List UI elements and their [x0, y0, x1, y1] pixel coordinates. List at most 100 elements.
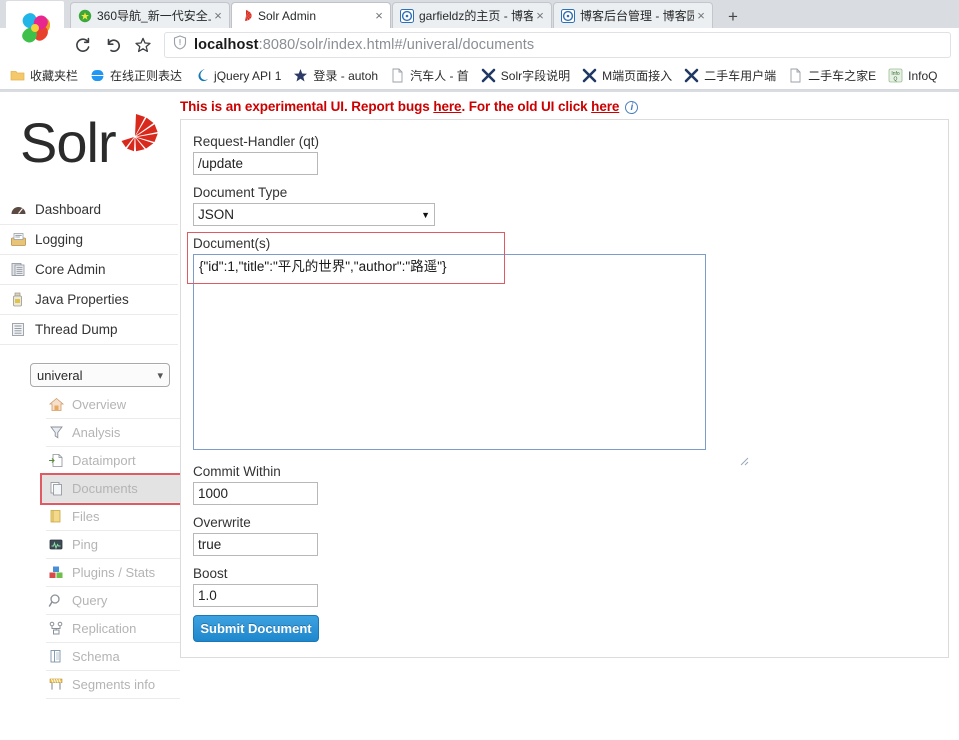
jquery-icon — [194, 68, 209, 83]
sidebar-label: Thread Dump — [35, 322, 118, 337]
bookmark-item[interactable]: 汽车人 - 首 — [384, 65, 475, 87]
bookmark-item[interactable]: 在线正则表达 — [84, 65, 188, 87]
overview-icon — [48, 397, 66, 413]
bookmark-label: 二手车用户端 — [704, 69, 777, 83]
cnblogs-icon — [400, 8, 414, 23]
address-bar[interactable]: localhost:8080/solr/index.html#/univeral… — [164, 32, 951, 58]
infoq-icon: Info Q — [888, 68, 903, 83]
reload-icon[interactable] — [68, 30, 98, 60]
sidebar-item-ping[interactable]: Ping — [46, 531, 180, 559]
url-host: localhost — [194, 37, 259, 53]
tab-close-icon[interactable]: × — [694, 9, 708, 22]
svg-text:Q: Q — [894, 77, 898, 83]
documents-textarea[interactable]: {"id":1,"title":"平凡的世界","author":"路遥"} — [193, 254, 749, 466]
tab-title: 360导航_新一代安全上网导… — [97, 9, 211, 23]
sidebar-item-java-properties[interactable]: Java Properties — [0, 285, 178, 315]
analysis-icon — [48, 425, 66, 441]
sidebar-item-plugins-stats[interactable]: Plugins / Stats — [46, 559, 180, 587]
browser-tab[interactable]: 360导航_新一代安全上网导… × — [70, 2, 230, 28]
sidebar-label: Logging — [35, 232, 84, 247]
bookmark-label: 汽车人 - 首 — [410, 69, 469, 83]
thread-dump-icon — [10, 322, 28, 338]
sidebar-item-overview[interactable]: Overview — [46, 391, 180, 419]
overwrite-label: Overwrite — [193, 515, 251, 530]
bookmark-item[interactable]: M端页面接入 — [576, 65, 678, 87]
bookmark-item[interactable]: jQuery API 1 — [188, 65, 287, 87]
sidebar-item-dataimport[interactable]: Dataimport — [46, 447, 180, 475]
core-selector-value: univeral — [37, 367, 83, 383]
sidebar-top-menu: Dashboard Logging Core Admin Java Proper… — [0, 195, 180, 345]
sidebar-item-analysis[interactable]: Analysis — [46, 419, 180, 447]
dataimport-icon — [48, 453, 66, 469]
submit-document-button[interactable]: Submit Document — [193, 615, 319, 642]
banner-text-mid: . For the old UI click — [461, 99, 592, 114]
bookmark-star-icon[interactable] — [128, 30, 158, 60]
sidebar-label: Dataimport — [72, 453, 136, 468]
bookmark-item[interactable]: 二手车用户端 — [678, 65, 782, 87]
document-type-value: JSON — [198, 207, 235, 222]
sidebar-item-thread-dump[interactable]: Thread Dump — [0, 315, 178, 345]
documents-label: Document(s) — [193, 236, 271, 251]
tab-close-icon[interactable]: × — [372, 9, 386, 22]
commit-within-input[interactable]: 1000 — [193, 482, 318, 505]
core-selector-dropdown[interactable]: univeral ▾ — [30, 363, 170, 387]
solr-admin-page: Solr Dashboard Logging Core Admin Java P… — [0, 92, 959, 740]
browser-chrome: 360导航_新一代安全上网导… × Solr Admin × — [0, 0, 959, 92]
resize-grip-icon[interactable] — [692, 436, 749, 466]
url-text: localhost:8080/solr/index.html#/univeral… — [194, 37, 534, 53]
commit-within-group: Commit Within 1000 — [193, 464, 948, 505]
bookmarks-bar: 收藏夹栏 在线正则表达 jQuery API 1 登录 - autoh 汽车人 … — [0, 62, 959, 90]
browser-tab[interactable]: garfieldz的主页 - 博客园 - × — [392, 2, 552, 28]
request-handler-group: Request-Handler (qt) /update — [193, 134, 948, 175]
sidebar-label: Replication — [72, 621, 137, 636]
segments-icon — [48, 677, 66, 693]
browser-logo-icon — [6, 1, 64, 55]
tab-close-icon[interactable]: × — [211, 9, 225, 22]
browser-tab[interactable]: 博客后台管理 - 博客园 × — [553, 2, 713, 28]
plugins-icon — [48, 565, 66, 581]
browser-tab-active[interactable]: Solr Admin × — [231, 2, 391, 28]
chevron-down-icon: ▼ — [421, 209, 430, 220]
bookmark-item[interactable]: Solr字段说明 — [475, 65, 576, 87]
old-ui-link[interactable]: here — [591, 99, 619, 114]
sidebar-label: Query — [72, 593, 108, 608]
info-icon[interactable]: i — [625, 101, 639, 114]
sidebar-item-documents[interactable]: Documents — [40, 473, 192, 505]
sidebar-item-schema[interactable]: Schema — [46, 643, 180, 671]
request-handler-input[interactable]: /update — [193, 152, 318, 175]
bookmark-item[interactable]: 登录 - autoh — [287, 65, 384, 87]
bookmark-item[interactable]: 二手车之家E — [782, 65, 882, 87]
tab-title: Solr Admin — [258, 8, 317, 23]
sidebar-item-files[interactable]: Files — [46, 503, 180, 531]
sidebar-item-segments-info[interactable]: Segments info — [46, 671, 180, 699]
core-admin-icon — [10, 262, 28, 278]
document-type-select[interactable]: JSON ▼ — [193, 203, 435, 226]
browser-toolbar: localhost:8080/solr/index.html#/univeral… — [0, 28, 959, 62]
sidebar-item-replication[interactable]: Replication — [46, 615, 180, 643]
banner-text-pre: This is an experimental UI. Report bugs — [180, 99, 434, 114]
globe-icon — [88, 68, 108, 83]
bookmark-item[interactable]: 收藏夹栏 — [4, 65, 84, 87]
tab-title: 博客后台管理 - 博客园 — [580, 9, 694, 23]
bookmark-label: InfoQ — [908, 68, 938, 83]
dashboard-icon — [10, 202, 28, 218]
undo-icon[interactable] — [98, 30, 128, 60]
star-icon — [293, 68, 308, 83]
boost-group: Boost 1.0 — [193, 566, 948, 607]
cnblogs-icon — [561, 8, 575, 23]
sidebar-item-query[interactable]: Query — [46, 587, 180, 615]
x-icon — [684, 68, 699, 83]
report-bugs-link[interactable]: here — [433, 99, 461, 114]
sidebar-item-core-admin[interactable]: Core Admin — [0, 255, 178, 285]
bookmark-item[interactable]: Info Q InfoQ — [882, 65, 943, 87]
sidebar-item-logging[interactable]: Logging — [0, 225, 178, 255]
bookmark-label: 二手车之家E — [808, 69, 877, 83]
overwrite-input[interactable]: true — [193, 533, 318, 556]
page-icon — [788, 68, 803, 83]
bookmark-label: 登录 - autoh — [313, 69, 379, 83]
new-tab-button[interactable]: + — [720, 6, 746, 28]
boost-input[interactable]: 1.0 — [193, 584, 318, 607]
solr-logo[interactable]: Solr — [0, 92, 180, 181]
tab-close-icon[interactable]: × — [533, 9, 547, 22]
sidebar-item-dashboard[interactable]: Dashboard — [0, 195, 178, 225]
